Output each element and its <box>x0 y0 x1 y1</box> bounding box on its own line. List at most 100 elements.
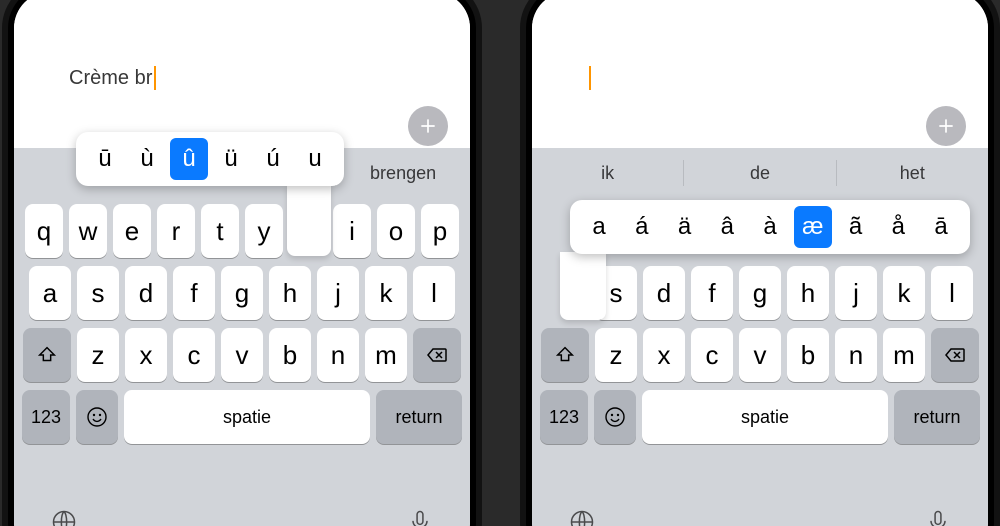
accent-opt-1[interactable]: ù <box>128 138 166 180</box>
accent-opt-4[interactable]: à <box>751 206 789 248</box>
dictation-key[interactable] <box>406 508 434 526</box>
key-y[interactable]: y <box>245 204 283 258</box>
key-b[interactable]: b <box>269 328 311 382</box>
space-key[interactable]: spatie <box>642 390 888 444</box>
accent-opt-0[interactable]: ū <box>86 138 124 180</box>
globe-key[interactable] <box>568 508 596 526</box>
key-f[interactable]: f <box>691 266 733 320</box>
text-caret <box>589 66 591 90</box>
key-l[interactable]: l <box>931 266 973 320</box>
key-x[interactable]: x <box>125 328 167 382</box>
plus-icon <box>418 116 438 136</box>
numbers-key[interactable]: 123 <box>540 390 588 444</box>
typed-text: Crème br <box>69 66 156 90</box>
key-d[interactable]: d <box>643 266 685 320</box>
shift-key[interactable] <box>23 328 71 382</box>
key-w[interactable]: w <box>69 204 107 258</box>
key-b[interactable]: b <box>787 328 829 382</box>
text-editor[interactable]: Crème br <box>14 0 470 142</box>
text-caret <box>154 66 156 90</box>
keyboard: ik de het a á ä â à æ ã å ā q w e r <box>532 148 988 526</box>
accent-opt-4[interactable]: ú <box>254 138 292 180</box>
key-i[interactable]: i <box>333 204 371 258</box>
suggestion-0[interactable]: brengen <box>336 163 470 184</box>
accent-opt-2[interactable]: û <box>170 138 208 180</box>
accent-opt-8[interactable]: ā <box>922 206 960 248</box>
suggestion-2[interactable]: het <box>837 163 988 184</box>
accent-popup: ū ù û ü ú u <box>76 132 344 186</box>
key-t[interactable]: t <box>201 204 239 258</box>
key-row-3: z x c v b n m <box>14 328 470 382</box>
backspace-icon <box>943 343 967 367</box>
key-h[interactable]: h <box>269 266 311 320</box>
add-button[interactable] <box>926 106 966 146</box>
accent-opt-5[interactable]: æ <box>794 206 832 248</box>
key-v[interactable]: v <box>739 328 781 382</box>
emoji-icon <box>603 405 627 429</box>
suggestion-0[interactable]: ik <box>532 163 683 184</box>
dictation-key[interactable] <box>924 508 952 526</box>
key-g[interactable]: g <box>221 266 263 320</box>
key-row-2: a s d f g h j k l <box>14 266 470 320</box>
key-o[interactable]: o <box>377 204 415 258</box>
key-s[interactable]: s <box>77 266 119 320</box>
key-c[interactable]: c <box>173 328 215 382</box>
numbers-key[interactable]: 123 <box>22 390 70 444</box>
popup-stem <box>287 184 331 256</box>
accent-opt-3[interactable]: ü <box>212 138 250 180</box>
shift-icon <box>36 344 58 366</box>
key-z[interactable]: z <box>77 328 119 382</box>
key-c[interactable]: c <box>691 328 733 382</box>
emoji-key[interactable] <box>594 390 636 444</box>
phone-left: Crème br brengen ū ù û ü ú u q w <box>2 0 482 526</box>
accent-opt-2[interactable]: ä <box>666 206 704 248</box>
key-n[interactable]: n <box>835 328 877 382</box>
key-a[interactable]: a <box>29 266 71 320</box>
shift-key[interactable] <box>541 328 589 382</box>
phone-right: ik de het a á ä â à æ ã å ā q w e r <box>520 0 1000 526</box>
backspace-key[interactable] <box>413 328 461 382</box>
shift-icon <box>554 344 576 366</box>
accent-opt-0[interactable]: a <box>580 206 618 248</box>
key-m[interactable]: m <box>883 328 925 382</box>
key-g[interactable]: g <box>739 266 781 320</box>
typed-text <box>587 66 591 90</box>
suggestion-bar: ik de het <box>532 148 988 198</box>
key-j[interactable]: j <box>317 266 359 320</box>
key-k[interactable]: k <box>883 266 925 320</box>
accent-opt-5[interactable]: u <box>296 138 334 180</box>
globe-icon <box>50 508 78 526</box>
emoji-key[interactable] <box>76 390 118 444</box>
key-x[interactable]: x <box>643 328 685 382</box>
key-k[interactable]: k <box>365 266 407 320</box>
return-key[interactable]: return <box>376 390 462 444</box>
accent-opt-1[interactable]: á <box>623 206 661 248</box>
key-d[interactable]: d <box>125 266 167 320</box>
key-v[interactable]: v <box>221 328 263 382</box>
key-m[interactable]: m <box>365 328 407 382</box>
key-row-3: z x c v b n m <box>532 328 988 382</box>
globe-key[interactable] <box>50 508 78 526</box>
key-j[interactable]: j <box>835 266 877 320</box>
key-f[interactable]: f <box>173 266 215 320</box>
key-e[interactable]: e <box>113 204 151 258</box>
add-button[interactable] <box>408 106 448 146</box>
globe-icon <box>568 508 596 526</box>
key-row-1: q w e r t y i o p <box>14 204 470 258</box>
key-z[interactable]: z <box>595 328 637 382</box>
accent-opt-6[interactable]: ã <box>837 206 875 248</box>
key-r[interactable]: r <box>157 204 195 258</box>
suggestion-1[interactable]: de <box>684 163 835 184</box>
key-l[interactable]: l <box>413 266 455 320</box>
key-row-4: 123 spatie return <box>532 390 988 444</box>
accent-opt-7[interactable]: å <box>879 206 917 248</box>
backspace-key[interactable] <box>931 328 979 382</box>
accent-opt-3[interactable]: â <box>708 206 746 248</box>
key-q[interactable]: q <box>25 204 63 258</box>
key-n[interactable]: n <box>317 328 359 382</box>
text-editor[interactable] <box>532 0 988 142</box>
key-p[interactable]: p <box>421 204 459 258</box>
return-key[interactable]: return <box>894 390 980 444</box>
space-key[interactable]: spatie <box>124 390 370 444</box>
key-h[interactable]: h <box>787 266 829 320</box>
